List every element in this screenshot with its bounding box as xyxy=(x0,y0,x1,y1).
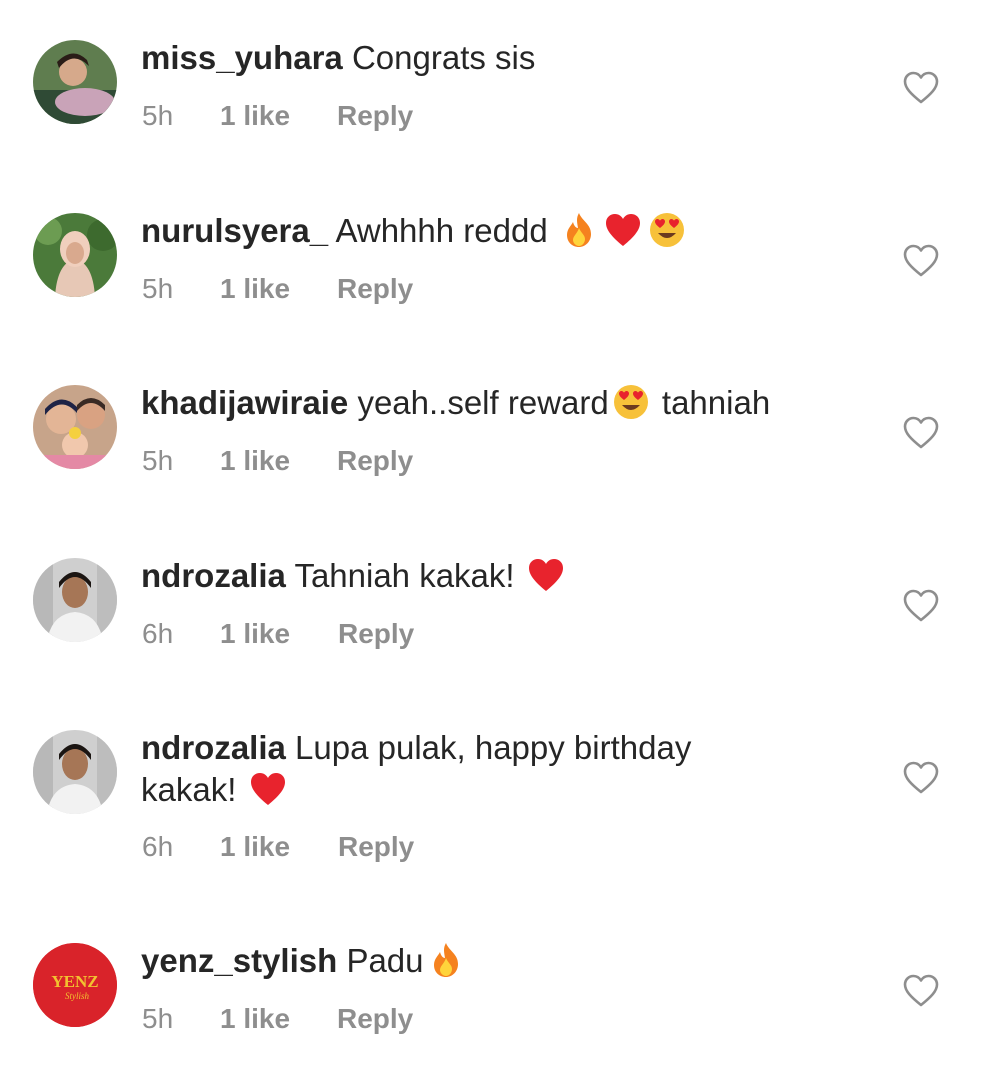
likes-count[interactable]: 1 like xyxy=(220,1002,290,1036)
red-heart-emoji-icon xyxy=(604,211,642,249)
comment-text: ndrozalia Tahniah kakak! xyxy=(141,555,841,597)
likes-count[interactable]: 1 like xyxy=(220,617,290,651)
reply-button[interactable]: Reply xyxy=(337,1002,413,1036)
like-heart-icon[interactable] xyxy=(903,244,939,278)
avatar[interactable] xyxy=(33,730,117,814)
reply-button[interactable]: Reply xyxy=(338,830,414,864)
avatar-photo xyxy=(33,730,117,814)
username[interactable]: nurulsyera_ xyxy=(141,212,328,249)
svg-text:Stylish: Stylish xyxy=(65,991,89,1001)
avatar[interactable]: YENZ Stylish xyxy=(33,943,117,1027)
avatar-photo xyxy=(33,558,117,642)
comment-message-suffix: tahniah xyxy=(661,384,771,421)
comment-text: ndrozalia Lupa pulak, happy birthday kak… xyxy=(141,727,781,811)
avatar-photo xyxy=(33,385,117,469)
timestamp: 6h xyxy=(142,831,174,862)
reply-button[interactable]: Reply xyxy=(338,617,414,651)
likes-count[interactable]: 1 like xyxy=(220,444,290,478)
likes-count[interactable]: 1 like xyxy=(220,99,290,133)
heart-eyes-emoji-icon xyxy=(648,211,686,249)
comment-message: Tahniah kakak! xyxy=(294,557,515,594)
like-heart-icon[interactable] xyxy=(903,761,939,795)
comment-text: miss_yuhara Congrats sis xyxy=(141,37,841,79)
comment-text: khadijawiraie yeah..self reward tahniah xyxy=(141,382,841,424)
comment-text: yenz_stylish Padu xyxy=(141,940,841,982)
heart-eyes-emoji-icon xyxy=(612,383,650,421)
timestamp: 5h xyxy=(142,100,174,131)
comment-message: Padu xyxy=(346,942,424,979)
svg-text:YENZ: YENZ xyxy=(51,972,98,991)
reply-button[interactable]: Reply xyxy=(337,444,413,478)
comment-message: Congrats sis xyxy=(351,39,536,76)
timestamp: 5h xyxy=(142,445,174,476)
reply-button[interactable]: Reply xyxy=(337,272,413,306)
avatar[interactable] xyxy=(33,385,117,469)
timestamp: 5h xyxy=(142,1003,174,1034)
avatar-photo xyxy=(33,213,117,297)
username[interactable]: yenz_stylish xyxy=(141,942,337,979)
avatar-photo xyxy=(33,40,117,124)
comment-text: nurulsyera_ Awhhhh reddd xyxy=(141,210,841,252)
red-heart-emoji-icon xyxy=(249,770,287,808)
comment-message: yeah..self reward xyxy=(357,384,609,421)
comment-message: Awhhhh reddd xyxy=(335,212,548,249)
like-heart-icon[interactable] xyxy=(903,416,939,450)
timestamp: 6h xyxy=(142,618,174,649)
avatar[interactable] xyxy=(33,213,117,297)
likes-count[interactable]: 1 like xyxy=(220,272,290,306)
timestamp: 5h xyxy=(142,273,174,304)
like-heart-icon[interactable] xyxy=(903,71,939,105)
yenz-logo-avatar: YENZ Stylish xyxy=(33,943,117,1027)
username[interactable]: miss_yuhara xyxy=(141,39,343,76)
fire-emoji-icon xyxy=(560,211,598,249)
reply-button[interactable]: Reply xyxy=(337,99,413,133)
red-heart-emoji-icon xyxy=(527,556,565,594)
like-heart-icon[interactable] xyxy=(903,974,939,1008)
username[interactable]: ndrozalia xyxy=(141,729,286,766)
fire-emoji-icon xyxy=(427,941,465,979)
avatar[interactable] xyxy=(33,40,117,124)
avatar[interactable] xyxy=(33,558,117,642)
username[interactable]: khadijawiraie xyxy=(141,384,348,421)
likes-count[interactable]: 1 like xyxy=(220,830,290,864)
username[interactable]: ndrozalia xyxy=(141,557,286,594)
like-heart-icon[interactable] xyxy=(903,589,939,623)
